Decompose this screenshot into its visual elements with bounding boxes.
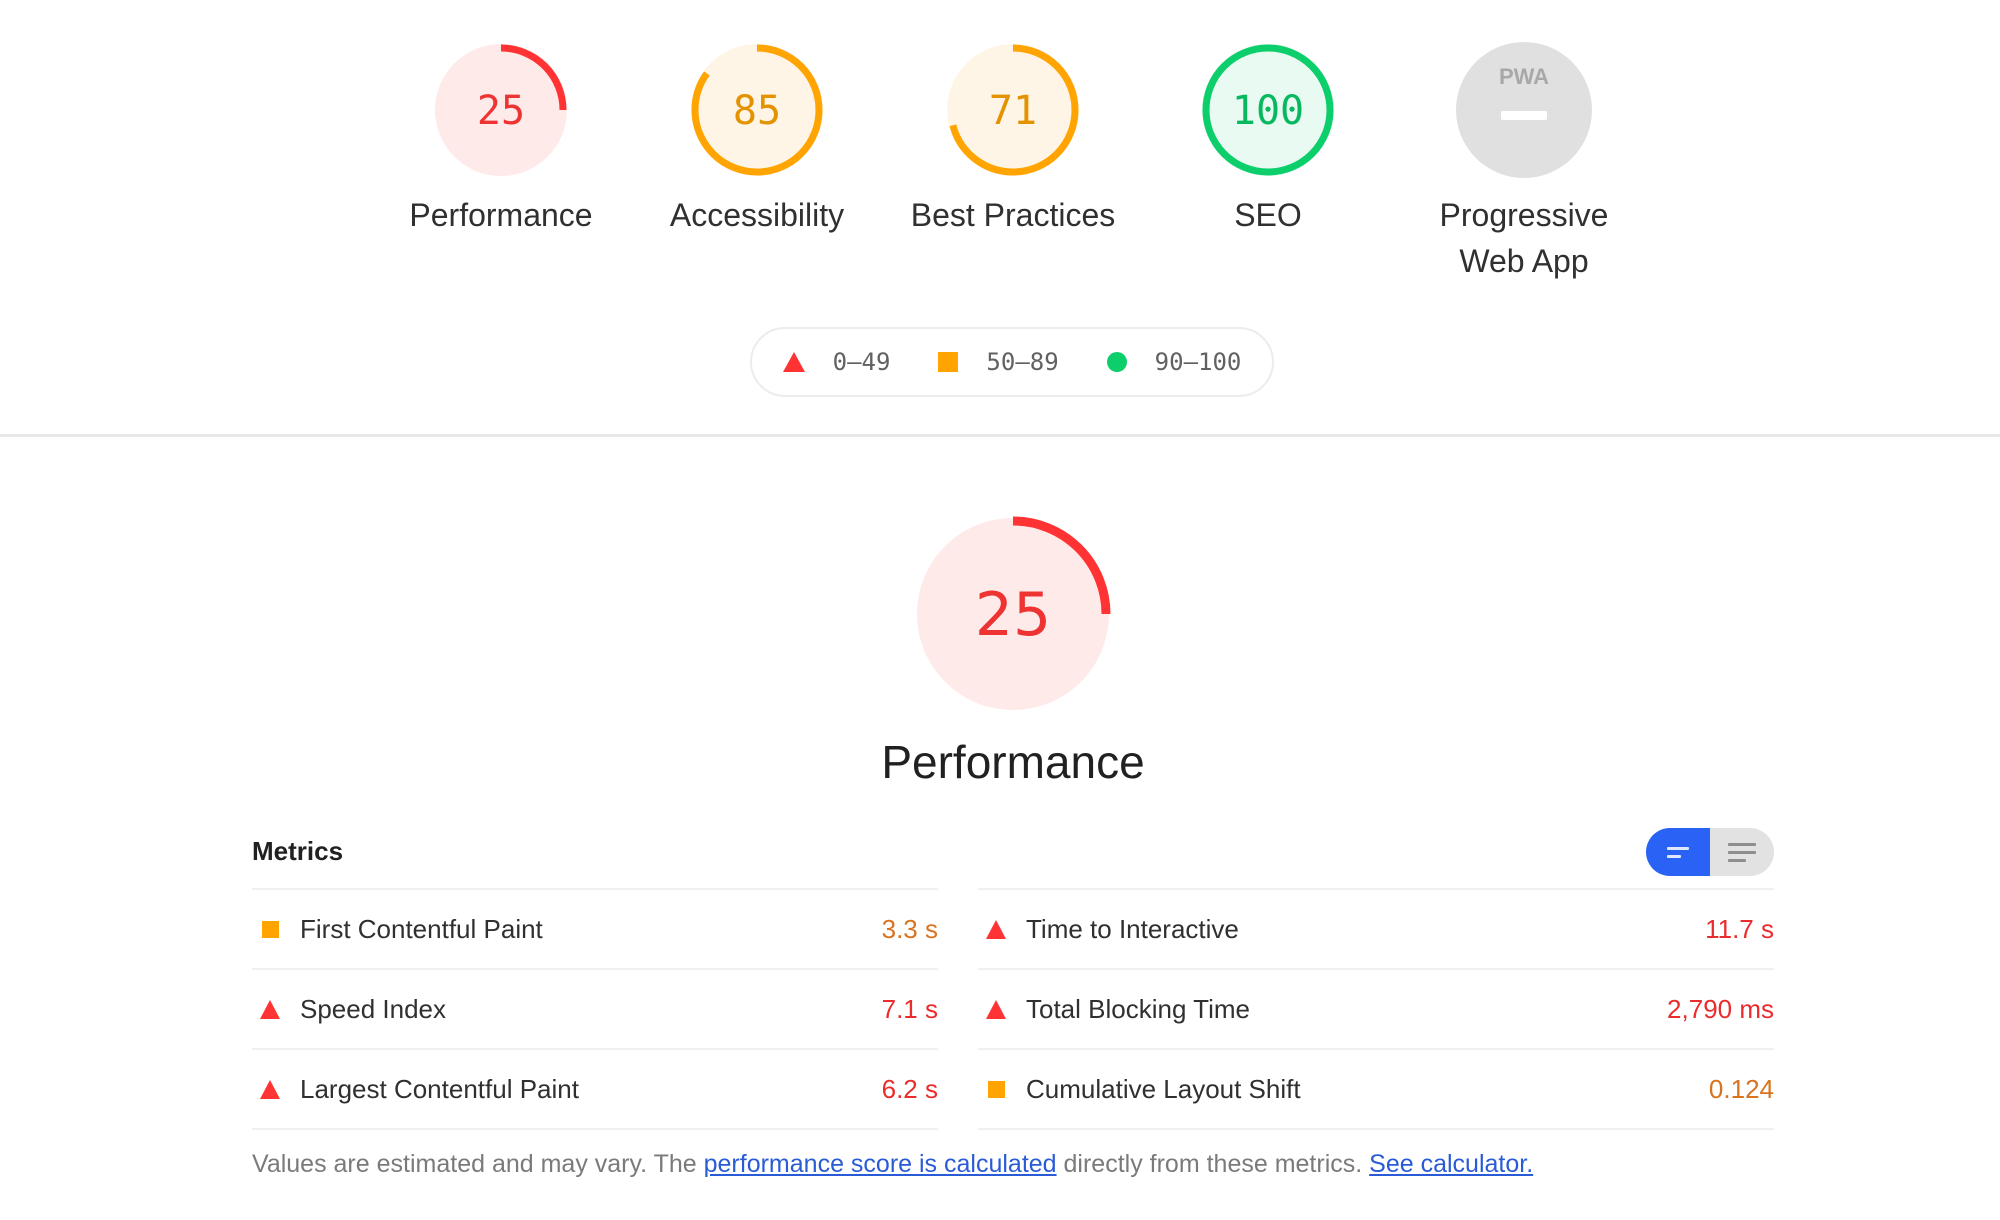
triangle-icon (782, 352, 805, 372)
metric-value: 3.3 s (881, 913, 938, 944)
score-scale-legend: 0–49 50–89 90–100 (750, 327, 1274, 397)
footnote-text: directly from these metrics. (1056, 1150, 1370, 1178)
section-divider (0, 434, 2000, 437)
performance-gauge-large: 25 Performance (850, 514, 1176, 790)
metric-name: Speed Index (300, 993, 447, 1024)
metric-rating-icon (984, 919, 1008, 939)
metric-rating-icon (258, 920, 282, 938)
metrics-column-right: Time to Interactive 11.7 s Total Blockin… (978, 888, 1774, 1130)
gauge-accessibility-ring: 85 (691, 44, 823, 176)
square-icon (261, 920, 279, 938)
circle-icon (1106, 352, 1127, 372)
triangle-icon (260, 999, 280, 1019)
legend-fail: 0–49 (782, 348, 891, 376)
metrics-header: Metrics (252, 836, 344, 866)
gauge-score: 71 (989, 88, 1037, 134)
metric-row: Largest Contentful Paint 6.2 s (252, 1048, 938, 1130)
metric-name: First Contentful Paint (300, 913, 543, 944)
gauge-score: 25 (477, 88, 525, 134)
expanded-view-icon (1728, 842, 1756, 862)
metrics-column-left: First Contentful Paint 3.3 s Speed Index… (252, 888, 938, 1130)
summary-view-button[interactable] (1646, 828, 1710, 876)
metric-row: First Contentful Paint 3.3 s (252, 888, 938, 968)
metric-name: Time to Interactive (1026, 913, 1239, 944)
metric-rating-icon (258, 1079, 282, 1099)
triangle-icon (260, 1079, 280, 1099)
metric-value: 11.7 s (1705, 913, 1774, 944)
pwa-badge-text: PWA (1499, 64, 1549, 89)
footnote-text: Values are estimated and may vary. The (252, 1150, 704, 1178)
metric-name: Largest Contentful Paint (300, 1073, 579, 1104)
metric-name: Total Blocking Time (1026, 993, 1250, 1024)
gauge-pwa[interactable]: PWA Progressive Web App (1404, 40, 1644, 284)
metric-row: Cumulative Layout Shift 0.124 (978, 1048, 1774, 1130)
gauge-seo-ring: 100 (1202, 44, 1334, 176)
triangle-icon (986, 919, 1006, 939)
gauge-best-practices-ring: 71 (947, 44, 1079, 176)
legend-fail-range: 0–49 (832, 348, 891, 376)
summary-view-icon (1667, 846, 1689, 858)
see-calculator-link[interactable]: See calculator. (1369, 1150, 1533, 1178)
metric-row: Time to Interactive 11.7 s (978, 888, 1774, 968)
gauge-label: Performance (409, 197, 593, 233)
metric-name: Cumulative Layout Shift (1026, 1073, 1301, 1104)
triangle-icon (986, 999, 1006, 1019)
metric-row: Speed Index 7.1 s (252, 968, 938, 1048)
legend-pass: 90–100 (1106, 348, 1242, 376)
pwa-badge-icon: PWA (1456, 42, 1592, 178)
gauge-label: Best Practices (910, 197, 1116, 233)
gauge-performance-ring: 25 (435, 44, 567, 176)
square-icon (938, 352, 959, 372)
gauge-label: Accessibility (669, 197, 845, 233)
legend-average-range: 50–89 (986, 348, 1059, 376)
expanded-view-button[interactable] (1710, 828, 1774, 876)
performance-gauge-ring: 25 (915, 516, 1111, 712)
gauge-label: Progressive Web App (1404, 192, 1644, 284)
category-gauges: 25 Performance 85 Accessibility 71 Best … (0, 40, 2000, 300)
metric-rating-icon (984, 1080, 1008, 1098)
gauge-best-practices[interactable]: 71 Best Practices (893, 40, 1133, 238)
na-dash-icon (1501, 111, 1547, 120)
performance-score: 25 (975, 580, 1051, 650)
metric-value: 0.124 (1708, 1073, 1774, 1104)
gauge-performance[interactable]: 25 Performance (381, 40, 621, 238)
legend-average: 50–89 (938, 348, 1059, 376)
performance-title: Performance (881, 736, 1145, 788)
gauge-score: 100 (1232, 88, 1304, 134)
metric-rating-icon (984, 999, 1008, 1019)
gauge-label: SEO (1234, 197, 1302, 233)
gauge-bg (1456, 42, 1592, 178)
gauge-label-line2: Web App (1459, 243, 1589, 279)
metrics-view-toggle[interactable] (1646, 828, 1774, 876)
metric-value: 6.2 s (881, 1073, 938, 1104)
metric-row: Total Blocking Time 2,790 ms (978, 968, 1774, 1048)
gauge-accessibility[interactable]: 85 Accessibility (637, 40, 877, 238)
metrics-footnote: Values are estimated and may vary. The p… (252, 1150, 1533, 1179)
metric-rating-icon (258, 999, 282, 1019)
square-icon (987, 1080, 1005, 1098)
score-calculation-link[interactable]: performance score is calculated (704, 1150, 1057, 1178)
legend-pass-range: 90–100 (1154, 348, 1242, 376)
metric-value: 2,790 ms (1667, 993, 1774, 1024)
metric-value: 7.1 s (881, 993, 938, 1024)
gauge-seo[interactable]: 100 SEO (1148, 40, 1388, 238)
gauge-score: 85 (733, 88, 781, 134)
gauge-label-line1: Progressive (1439, 197, 1609, 233)
